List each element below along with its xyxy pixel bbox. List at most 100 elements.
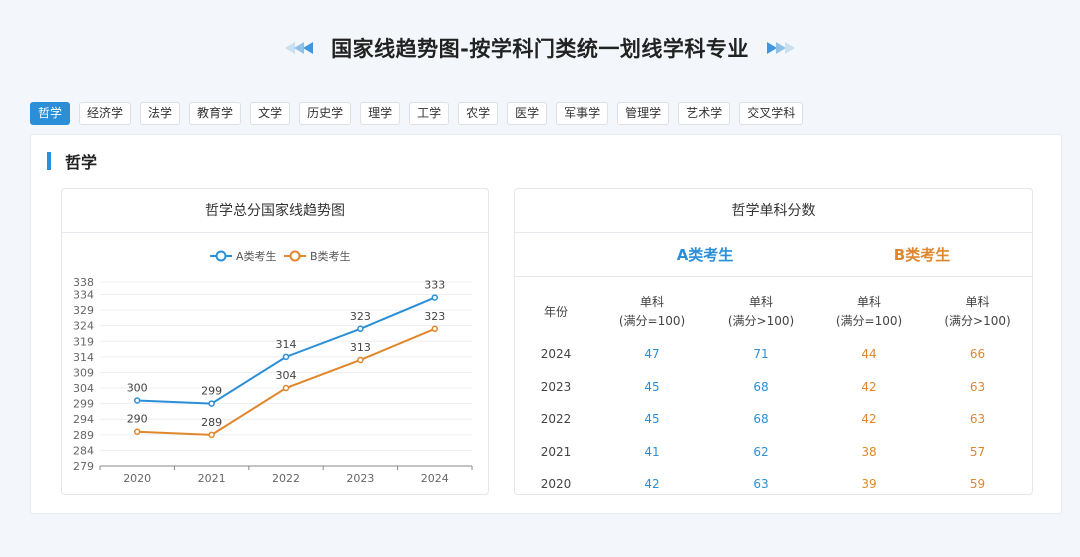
y-tick-label: 314 xyxy=(73,351,94,364)
table-row: 2023 45 68 42 63 xyxy=(515,371,1032,404)
tab-5[interactable]: 历史学 xyxy=(299,102,352,125)
trend-chart-card: 哲学总分国家线趋势图 279 284 289 294 299 304 309 314 319 32… xyxy=(61,188,489,495)
column-header-line1: 单科 xyxy=(639,295,664,309)
y-tick-label: 338 xyxy=(73,276,94,289)
scores-table: 年份 单科 (满分=100) 单科 (满分>100) 单科 (满分=100) 单科 (满分>10… xyxy=(515,286,1032,501)
column-header-line2: (满分=100) xyxy=(618,314,686,328)
cell-a2: 63 xyxy=(753,477,769,492)
x-tick-label: 2022 xyxy=(272,472,300,485)
table-row: 2024 47 71 44 66 xyxy=(515,338,1032,371)
cell-year: 2020 xyxy=(540,477,572,492)
x-tick-label: 2020 xyxy=(123,472,151,485)
cell-a2: 71 xyxy=(753,347,769,362)
y-tick-label: 309 xyxy=(73,366,94,379)
data-point xyxy=(431,325,439,333)
page-title: 国家线趋势图-按学科门类统一划线学科专业 xyxy=(331,37,749,61)
column-header: 单科 (满分=100) xyxy=(815,286,923,338)
data-label: 304 xyxy=(276,369,297,382)
y-tick-label: 299 xyxy=(73,398,94,411)
column-header-line2: (满分=100) xyxy=(835,314,903,328)
cell-year: 2021 xyxy=(540,444,572,459)
x-tick-label: 2024 xyxy=(421,472,449,485)
tab-9[interactable]: 医学 xyxy=(507,102,548,125)
cell-year: 2024 xyxy=(540,347,572,362)
y-tick-label: 304 xyxy=(73,382,94,395)
single-subject-card: 哲学单科分数 A类考生 B类考生 年份 单科 (满分=100) 单科 (满分>100) 单… xyxy=(514,188,1033,495)
data-point xyxy=(133,397,141,404)
cell-b1: 38 xyxy=(861,444,877,459)
column-header: 单科 (满分>100) xyxy=(707,286,815,338)
column-header: 单科 (满分>100) xyxy=(923,286,1032,338)
data-point xyxy=(431,294,439,301)
column-header: 年份 xyxy=(515,286,597,338)
column-header: 单科 (满分=100) xyxy=(597,286,707,338)
cell-b2: 63 xyxy=(969,412,986,427)
data-point xyxy=(282,353,290,361)
tab-12[interactable]: 艺术学 xyxy=(678,102,731,125)
cell-b1: 42 xyxy=(861,379,877,394)
x-tick-label: 2023 xyxy=(346,472,374,485)
section-title: 哲学 xyxy=(65,153,98,172)
trend-line-chart: 279 284 289 294 299 304 309 314 319 324 329 334338 2… xyxy=(73,249,473,485)
x-tick-label: 2021 xyxy=(198,472,226,485)
legend-label: A类考生 xyxy=(236,249,277,263)
table-card-title: 哲学单科分数 xyxy=(515,189,1032,233)
y-tick-label: 294 xyxy=(73,413,94,426)
tab-2[interactable]: 法学 xyxy=(140,102,181,125)
y-tick-label: 324 xyxy=(73,320,94,333)
y-tick-label: 319 xyxy=(73,335,94,348)
data-label: 289 xyxy=(201,416,222,429)
tab-6[interactable]: 理学 xyxy=(360,102,401,125)
cell-a1: 45 xyxy=(644,379,660,394)
y-tick-label: 284 xyxy=(73,444,94,457)
cell-year: 2022 xyxy=(540,412,572,427)
cell-year: 2023 xyxy=(540,379,572,394)
cell-a1: 47 xyxy=(644,347,660,362)
table-row: 2021 41 62 38 57 xyxy=(515,436,1032,469)
cell-b1: 39 xyxy=(861,477,877,492)
data-label: 314 xyxy=(276,338,297,351)
data-label: 300 xyxy=(127,382,148,395)
cell-b1: 42 xyxy=(861,412,877,427)
tab-8[interactable]: 农学 xyxy=(458,102,499,125)
column-header-line1: 单科 xyxy=(965,295,990,309)
legend-marker xyxy=(289,250,301,262)
cell-a2: 68 xyxy=(753,379,769,394)
cell-b1: 44 xyxy=(861,347,877,362)
column-header-line1: 单科 xyxy=(748,295,773,309)
y-tick-label: 329 xyxy=(73,304,94,317)
table-row: 2020 42 63 39 59 xyxy=(515,468,1032,501)
cell-a2: 68 xyxy=(753,412,769,427)
tab-1[interactable]: 经济学 xyxy=(79,102,132,125)
tab-10[interactable]: 军事学 xyxy=(556,102,609,125)
legend-marker xyxy=(215,250,227,262)
tab-7[interactable]: 工学 xyxy=(409,102,450,125)
legend-label: B类考生 xyxy=(310,249,351,263)
y-tick-label: 334 xyxy=(73,288,94,301)
group-header: A类考生 B类考生 xyxy=(515,233,1032,277)
data-point xyxy=(357,356,364,364)
tab-4[interactable]: 文学 xyxy=(250,102,291,125)
data-point xyxy=(133,428,141,435)
right-arrows-icon xyxy=(766,42,795,54)
tab-11[interactable]: 管理学 xyxy=(617,102,670,125)
cell-b2: 63 xyxy=(969,379,986,394)
data-label: 313 xyxy=(350,341,371,354)
table-header-row: 年份 单科 (满分=100) 单科 (满分>100) 单科 (满分=100) 单科 (满分>10… xyxy=(515,286,1032,338)
table-row: 2022 45 68 42 63 xyxy=(515,403,1032,436)
y-tick-label: 279 xyxy=(73,460,94,473)
tab-3[interactable]: 教育学 xyxy=(189,102,242,125)
cell-a1: 42 xyxy=(644,477,660,492)
cell-a1: 45 xyxy=(644,412,660,427)
section-accent-bar xyxy=(47,152,51,170)
tab-13[interactable]: 交叉学科 xyxy=(739,102,804,125)
tab-0[interactable]: 哲学 xyxy=(30,102,71,125)
column-header-line2: (满分>100) xyxy=(944,314,1011,328)
chart-card-title: 哲学总分国家线趋势图 xyxy=(62,189,488,233)
subject-tabs: 哲学 经济学 法学 教育学 文学 历史学 理学 工学 农学 医学 军事学 管理学 艺术学 交叉学科 xyxy=(30,102,804,126)
data-point xyxy=(357,325,364,333)
group-b-label: B类考生 xyxy=(893,246,951,264)
data-point xyxy=(208,431,215,439)
data-label: 333 xyxy=(424,279,445,292)
data-label: 323 xyxy=(350,310,371,323)
